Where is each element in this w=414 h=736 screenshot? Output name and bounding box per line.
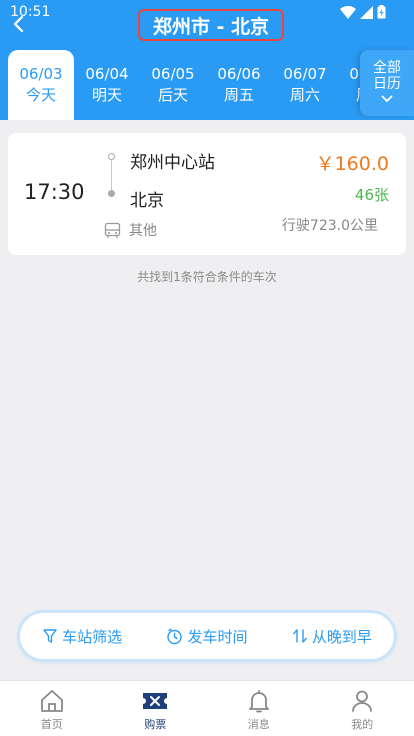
nav-home[interactable]: 首页 <box>0 681 104 736</box>
date-tab-date: 06/07 <box>283 65 327 83</box>
back-button[interactable] <box>4 10 32 38</box>
date-tab-date: 06/06 <box>217 65 261 83</box>
user-icon <box>352 690 373 712</box>
filter-icon <box>43 629 57 643</box>
chevron-left-icon <box>13 15 24 33</box>
date-tab-date: 06/04 <box>85 65 129 83</box>
date-tab-5[interactable]: 06/08 周日 <box>338 50 360 120</box>
sort-icon <box>293 629 307 643</box>
ticket-icon <box>143 693 168 709</box>
all-calendar-button[interactable]: 全部日历 <box>360 50 414 116</box>
home-icon <box>40 690 63 712</box>
nav-tickets-label: 购票 <box>144 718 167 731</box>
nav-messages-label: 消息 <box>247 718 270 731</box>
signal-icon <box>360 5 373 19</box>
route-line <box>111 158 112 192</box>
date-tab-day: 明天 <box>91 86 122 104</box>
destination-dot <box>108 190 115 197</box>
date-tab-1[interactable]: 06/04 明天 <box>74 50 140 120</box>
nav-messages[interactable]: 消息 <box>207 681 311 736</box>
bus-icon <box>104 222 121 238</box>
nav-mine-label: 我的 <box>351 718 374 731</box>
seats-remaining: 46张 <box>354 186 389 204</box>
bell-icon <box>248 690 269 713</box>
origin-station: 郑州中心站 <box>130 153 215 173</box>
date-tab-date: 06/08 <box>349 65 360 83</box>
date-tab-day: 今天 <box>25 86 56 104</box>
wifi-icon <box>340 5 356 19</box>
sort-label: 从晚到早 <box>311 627 372 646</box>
filter-bar: 车站筛选 发车时间 从晚到早 <box>20 613 394 659</box>
date-tab-2[interactable]: 06/05 后天 <box>140 50 206 120</box>
depart-time-button[interactable]: 发车时间 <box>166 626 248 647</box>
bus-type: 其他 <box>129 223 157 239</box>
clock-icon <box>167 628 183 644</box>
date-tab-date: 06/05 <box>151 65 195 83</box>
destination-station: 北京 <box>130 191 164 211</box>
status-icons <box>340 5 386 19</box>
route-title: 郑州市 - 北京 <box>138 9 284 41</box>
trip-card[interactable]: 17:30 郑州中心站 北京 ￥160.0 46张 其他 行驶723.0公里 <box>8 133 406 255</box>
nav-tickets[interactable]: 购票 <box>104 681 208 736</box>
result-count: 共找到1条符合条件的车次 <box>137 270 277 284</box>
battery-icon <box>377 5 386 19</box>
date-tabs: 06/03 今天 06/04 明天 06/05 后天 06/06 周五 06/0… <box>8 50 360 120</box>
station-filter-label: 车站筛选 <box>62 627 123 646</box>
date-tab-4[interactable]: 06/07 周六 <box>272 50 338 120</box>
depart-time-label: 发车时间 <box>187 627 248 646</box>
date-tab-3[interactable]: 06/06 周五 <box>206 50 272 120</box>
all-calendar-label: 全部日历 <box>373 60 401 92</box>
sort-button[interactable]: 从晚到早 <box>292 626 372 647</box>
chevron-down-icon <box>381 95 393 102</box>
date-tab-day: 周五 <box>223 86 254 104</box>
date-tab-day: 周六 <box>289 86 320 104</box>
trip-distance: 行驶723.0公里 <box>281 218 378 234</box>
date-tab-0[interactable]: 06/03 今天 <box>8 50 74 120</box>
date-tab-day: 后天 <box>157 86 188 104</box>
station-filter-button[interactable]: 车站筛选 <box>42 626 122 647</box>
nav-mine[interactable]: 我的 <box>311 681 414 736</box>
date-tab-date: 06/03 <box>19 65 63 83</box>
bottom-nav: 首页 购票 消息 我的 <box>0 680 414 736</box>
nav-home-label: 首页 <box>40 718 63 731</box>
ticket-price: ￥160.0 <box>315 153 389 175</box>
origin-dot <box>108 153 115 160</box>
departure-time: 17:30 <box>24 180 85 204</box>
